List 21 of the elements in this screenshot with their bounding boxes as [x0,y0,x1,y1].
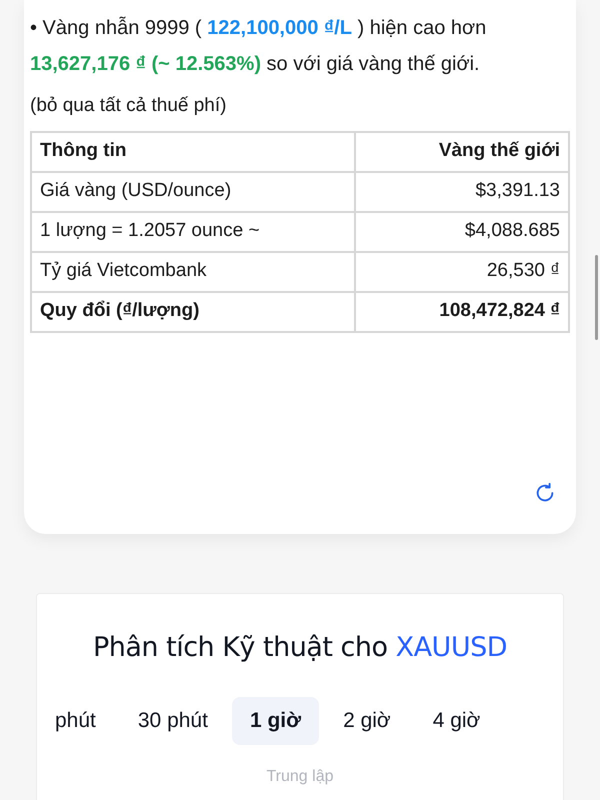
note-text: (bỏ qua tất cả thuế phí) [30,94,228,118]
refresh-icon[interactable] [534,482,556,504]
interval-tab[interactable]: 1 giờ [232,696,320,744]
analysis-title: Phân tích Kỹ thuật cho XAUUSD [92,631,508,665]
table-cell: 108,472,824 ₫ [355,292,569,332]
interval-tab[interactable]: phút [37,696,114,744]
column-header: Thông tin [31,132,355,172]
table-cell: $3,391.13 [355,172,569,212]
column-header: Vàng thế giới [355,132,569,172]
verdict-label: Trung lập [266,766,334,786]
scrollbar[interactable] [595,255,598,340]
table-cell: Giá vàng (USD/ounce) [31,172,355,212]
table-cell: Tỷ giá Vietcombank [31,252,355,292]
table-cell: 26,530 ₫ [355,252,569,292]
comparison-text: • Vàng nhẫn 9999 ( 122,100,000 ₫/L ) hiện cao hơn 13,627,176 ₫ (~ 12.563%) so với giá vàng thế giới. [30,16,488,77]
table-cell: 1 lượng = 1.2057 ounce ~ [31,212,355,252]
interval-tab[interactable]: 30 phút [120,696,226,744]
table-cell: $4,088.685 [355,212,569,252]
table-cell: Quy đổi (₫/lượng) [31,292,355,332]
interval-tab[interactable]: 4 giờ [414,696,498,744]
interval-tab[interactable]: 2 giờ [325,696,409,744]
